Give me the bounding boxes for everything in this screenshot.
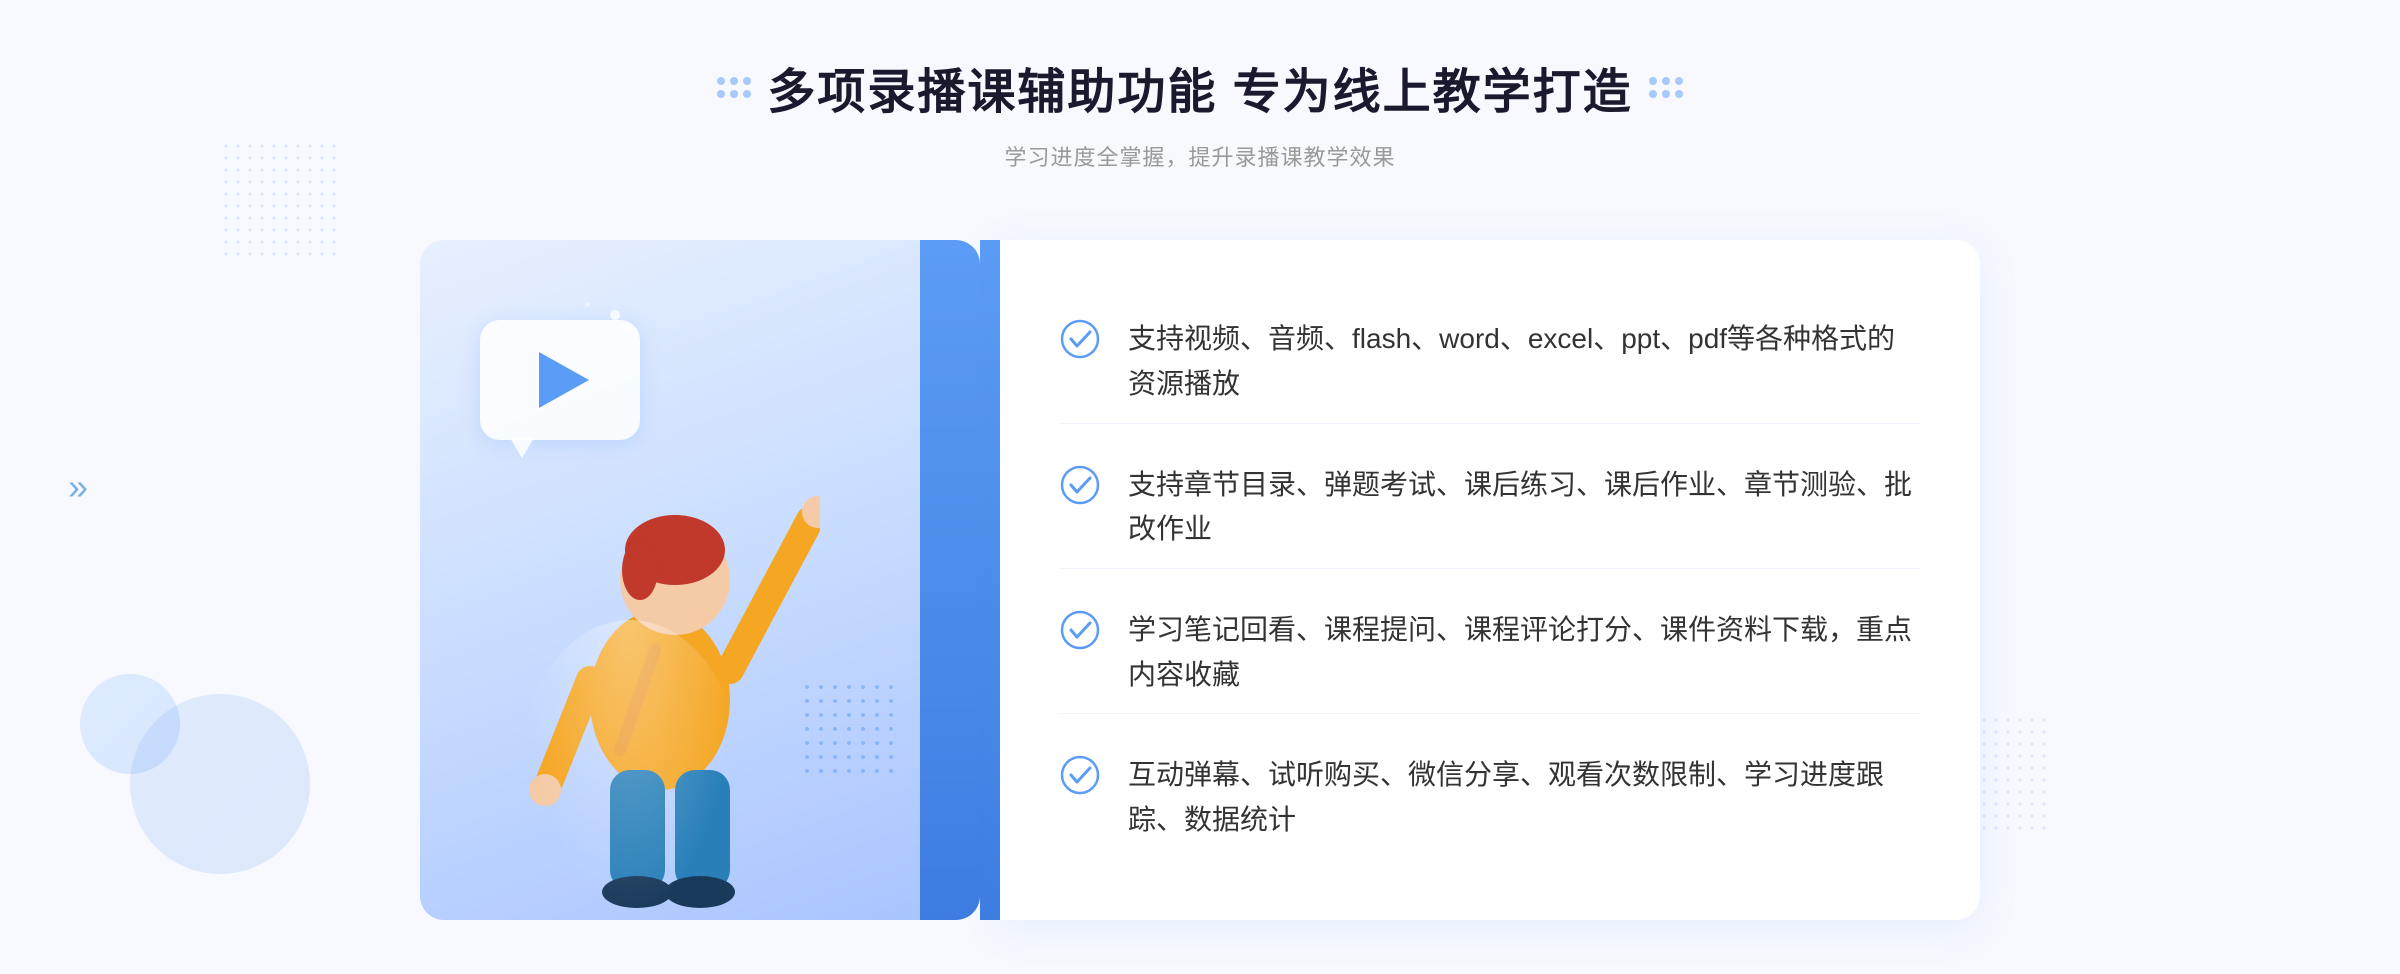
feature-text-2: 支持章节目录、弹题考试、课后练习、课后作业、章节测验、批改作业 xyxy=(1128,463,1920,553)
check-icon-3 xyxy=(1060,610,1100,650)
feature-item-2: 支持章节目录、弹题考试、课后练习、课后作业、章节测验、批改作业 xyxy=(1060,447,1920,570)
panel-accent-bar xyxy=(920,240,980,920)
feature-text-3: 学习笔记回看、课程提问、课程评论打分、课件资料下载，重点内容收藏 xyxy=(1128,608,1920,698)
page-title: 多项录播课辅助功能 专为线上教学打造 xyxy=(767,52,1632,122)
chevron-left-icon: » xyxy=(68,466,80,508)
page-wrapper: » 多项录播课辅助功能 专为线上教学打造 学习进度全掌握，提升录播课教学效果 xyxy=(0,0,2400,974)
sparkle-2 xyxy=(625,325,632,332)
features-panel: 支持视频、音频、flash、word、excel、ppt、pdf等各种格式的资源… xyxy=(1000,240,1980,920)
deco-circle-small xyxy=(80,674,180,774)
sparkle-1 xyxy=(610,310,620,320)
check-icon-2 xyxy=(1060,465,1100,505)
light-beam xyxy=(520,620,740,920)
header-deco-dots-right xyxy=(1649,77,1683,98)
feature-item-3: 学习笔记回看、课程提问、课程评论打分、课件资料下载，重点内容收藏 xyxy=(1060,592,1920,715)
check-icon-4 xyxy=(1060,755,1100,795)
check-icon-1 xyxy=(1060,319,1100,359)
page-subtitle: 学习进度全掌握，提升录播课教学效果 xyxy=(1004,140,1395,172)
connector-bar xyxy=(980,240,1000,920)
feature-text-1: 支持视频、音频、flash、word、excel、ppt、pdf等各种格式的资源… xyxy=(1128,317,1920,407)
main-content: 支持视频、音频、flash、word、excel、ppt、pdf等各种格式的资源… xyxy=(420,220,1980,940)
deco-dot-grid-left xyxy=(220,140,340,260)
header-section: 多项录播课辅助功能 专为线上教学打造 xyxy=(717,52,1682,122)
illustration-panel xyxy=(420,240,980,920)
feature-text-4: 互动弹幕、试听购买、微信分享、观看次数限制、学习进度跟踪、数据统计 xyxy=(1128,753,1920,843)
feature-item-1: 支持视频、音频、flash、word、excel、ppt、pdf等各种格式的资源… xyxy=(1060,301,1920,424)
sparkle-3 xyxy=(585,302,590,307)
header-deco-dots-left xyxy=(717,77,751,98)
feature-item-4: 互动弹幕、试听购买、微信分享、观看次数限制、学习进度跟踪、数据统计 xyxy=(1060,737,1920,859)
